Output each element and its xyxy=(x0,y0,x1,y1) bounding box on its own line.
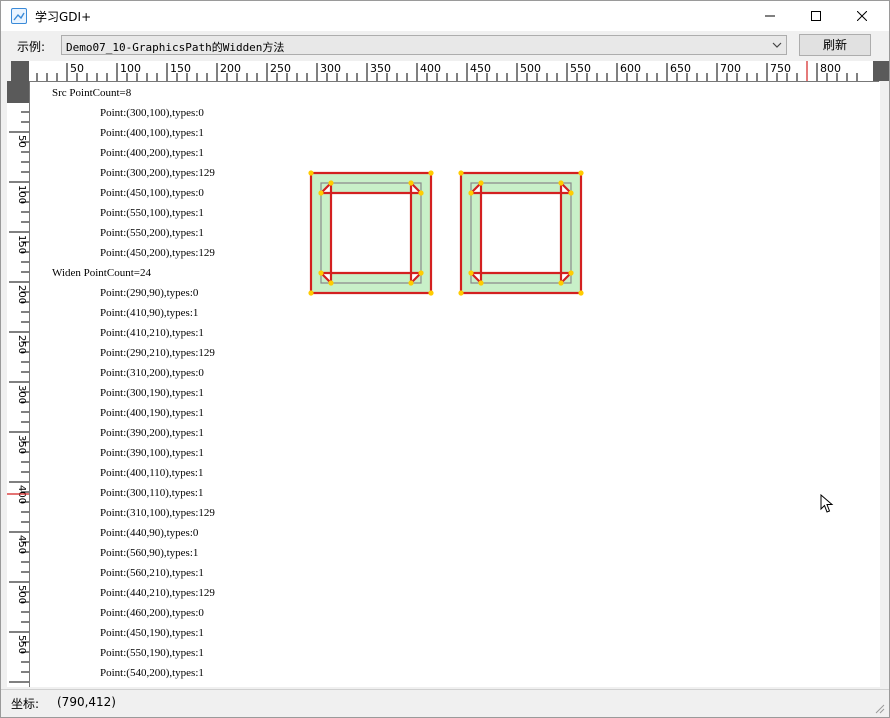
minimize-icon xyxy=(765,15,775,17)
ruler-corner-vertical xyxy=(7,81,29,103)
widen-point xyxy=(458,170,464,176)
widen-point xyxy=(418,190,424,196)
close-icon xyxy=(857,11,867,21)
ruler-label: 150 xyxy=(16,235,27,254)
widen-point xyxy=(308,290,314,296)
src-path xyxy=(320,182,422,284)
ruler-label: 800 xyxy=(820,62,841,75)
app-window: 学习GDI+ 示例: Demo07_10-GraphicsPath的Widden… xyxy=(0,0,890,718)
widen-point xyxy=(558,180,564,186)
widen-fill xyxy=(461,173,581,293)
widen-point xyxy=(568,190,574,196)
coordinate-label: 坐标: xyxy=(11,697,40,711)
maximize-icon xyxy=(811,11,821,21)
widen-point xyxy=(558,280,564,286)
widen-point xyxy=(418,270,424,276)
ruler-corner xyxy=(11,61,29,81)
maximize-button[interactable] xyxy=(793,1,839,31)
ruler-label: 450 xyxy=(470,62,491,75)
example-label: 示例: xyxy=(17,40,46,54)
horizontal-ruler-scale: 0501001502002503003504004505005506006507… xyxy=(16,61,858,81)
widen-point xyxy=(308,170,314,176)
coordinate-value: (790,412) xyxy=(57,695,116,709)
ruler-label: 100 xyxy=(16,185,27,204)
widen-outline xyxy=(318,180,424,286)
ruler-label: 650 xyxy=(670,62,691,75)
horizontal-ruler: 0501001502002503003504004505005506006507… xyxy=(11,61,879,82)
vertical-ruler: 050100150200250300350400450500550 xyxy=(7,81,30,687)
ruler-label: 250 xyxy=(270,62,291,75)
widen-point xyxy=(428,170,434,176)
widen-point xyxy=(568,270,574,276)
ruler-label: 300 xyxy=(320,62,341,75)
ruler-end xyxy=(873,61,889,81)
vertical-ruler-scale: 050100150200250300350400450500550 xyxy=(7,81,29,683)
window-title: 学习GDI+ xyxy=(35,10,92,24)
drawing-canvas[interactable]: Src PointCount=8 Point:(300,100),types:0 P… xyxy=(30,82,880,687)
refresh-button[interactable]: 刷新 xyxy=(799,34,871,56)
widen-outline xyxy=(468,180,574,286)
demo-select[interactable]: Demo07_10-GraphicsPath的Widden方法 xyxy=(61,35,787,55)
ruler-label: 100 xyxy=(120,62,141,75)
ruler-label: 350 xyxy=(370,62,391,75)
widen-point xyxy=(578,170,584,176)
app-icon xyxy=(11,8,27,24)
src-path xyxy=(470,182,572,284)
widen-point xyxy=(458,290,464,296)
minimize-button[interactable] xyxy=(747,1,793,31)
widen-point xyxy=(578,290,584,296)
widen-point xyxy=(408,280,414,286)
ruler-label: 600 xyxy=(620,62,641,75)
ruler-label: 150 xyxy=(170,62,191,75)
ruler-label: 50 xyxy=(16,135,27,148)
ruler-label: 200 xyxy=(16,285,27,304)
ruler-label: 50 xyxy=(70,62,84,75)
widen-point xyxy=(468,190,474,196)
widen-point xyxy=(318,270,324,276)
ruler-label: 300 xyxy=(16,385,27,404)
mouse-cursor-icon xyxy=(820,494,834,513)
widen-fill xyxy=(311,173,431,293)
ruler-label: 500 xyxy=(520,62,541,75)
widen-point xyxy=(328,180,334,186)
widen-point xyxy=(408,180,414,186)
close-button[interactable] xyxy=(839,1,885,31)
ruler-label: 700 xyxy=(720,62,741,75)
ruler-label: 550 xyxy=(570,62,591,75)
widen-point xyxy=(478,180,484,186)
resize-grip-icon[interactable] xyxy=(875,704,885,714)
status-bar: 坐标: (790,412) xyxy=(1,689,889,717)
ruler-label: 200 xyxy=(220,62,241,75)
widen-point xyxy=(468,270,474,276)
widen-point xyxy=(328,280,334,286)
widen-point xyxy=(478,280,484,286)
ruler-label: 350 xyxy=(16,435,27,454)
widen-point xyxy=(318,190,324,196)
path-drawing xyxy=(308,170,584,296)
chevron-down-icon xyxy=(772,42,782,48)
ruler-label: 750 xyxy=(770,62,791,75)
ruler-label: 400 xyxy=(420,62,441,75)
ruler-label: 450 xyxy=(16,535,27,554)
ruler-label: 550 xyxy=(16,635,27,654)
ruler-label: 250 xyxy=(16,335,27,354)
toolbar: 示例: Demo07_10-GraphicsPath的Widden方法 刷新 xyxy=(1,31,889,59)
widen-point xyxy=(428,290,434,296)
ruler-label: 500 xyxy=(16,585,27,604)
title-bar[interactable]: 学习GDI+ xyxy=(1,1,889,31)
demo-select-value: Demo07_10-GraphicsPath的Widden方法 xyxy=(66,41,285,54)
